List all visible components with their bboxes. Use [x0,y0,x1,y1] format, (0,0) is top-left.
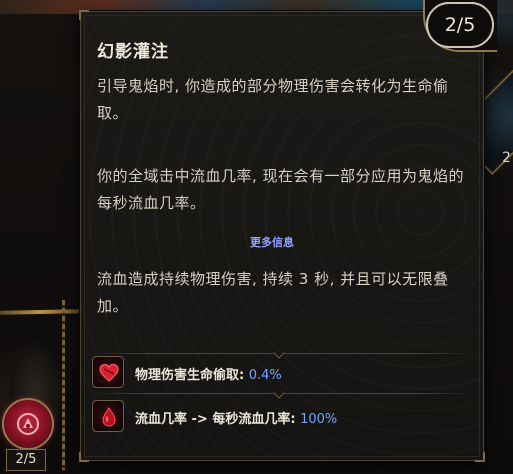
frame-corner [79,10,89,20]
frame-corner [79,452,89,462]
stat-row-bleed-chance: 流血几率 -> 每秒流血几率: 100% [92,400,472,436]
stats-divider [90,387,474,399]
stat-life-steal-text: 物理伤害生命偷取: [135,368,245,383]
skill-tree-node-right-count: 2 [502,150,511,166]
skill-node-rank-counter: 2/5 [6,449,46,471]
stat-row-life-steal: 物理伤害生命偷取: 0.4% [92,356,472,392]
background-chain [62,300,65,470]
stat-life-steal-value: 0.4% [248,368,282,383]
stat-bleed-chance-label: 流血几率 -> 每秒流血几率: 100% [135,408,337,427]
stats-divider [90,347,474,359]
skill-description-1: 引导鬼焰时, 你造成的部分物理伤害会转化为生命偷取。 [97,77,449,122]
rank-badge: 2/5 [426,2,494,48]
skill-title: 幻影灌注 [97,42,169,62]
skill-node-phantom-infusion[interactable] [2,398,54,450]
blood-skill-icon [17,413,39,435]
background-statue [0,320,80,470]
skill-description-2: 你的全域击中流血几率, 现在会有一部分应用为鬼焰的每秒流血几率。 [97,167,465,212]
stat-bleed-chance-text: 流血几率 -> 每秒流血几率: [135,412,296,427]
bleed-explanation: 流血造成持续物理伤害, 持续 3 秒, 并且可以无限叠加。 [97,270,449,315]
stat-life-steal-label: 物理伤害生命偷取: 0.4% [135,364,282,383]
blood-drop-icon [92,400,124,432]
more-info-link[interactable]: 更多信息 [232,234,312,250]
frame-corner [475,452,485,462]
blood-heart-icon [92,356,124,388]
stat-bleed-chance-value: 100% [300,412,338,427]
